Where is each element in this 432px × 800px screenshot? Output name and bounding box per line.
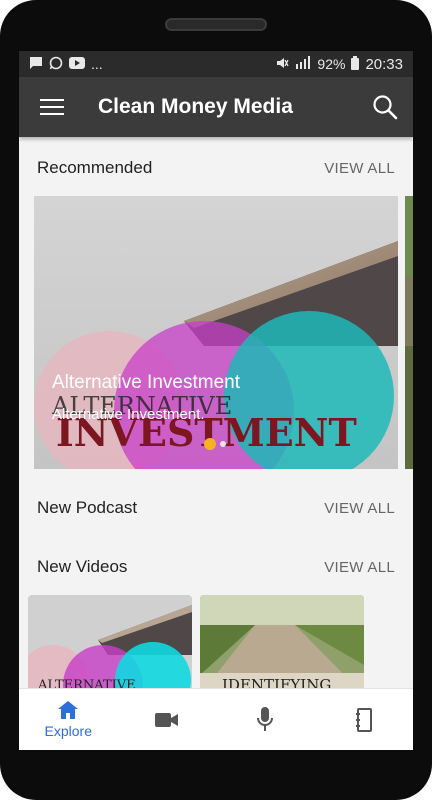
video-card[interactable]: ALTERNATIVE xyxy=(28,595,192,688)
view-all-recommended-button[interactable]: VIEW ALL xyxy=(324,160,395,177)
home-icon xyxy=(58,701,79,719)
menu-button[interactable] xyxy=(39,96,65,118)
bottom-navigation: Explore xyxy=(19,688,413,750)
alternative-investment-image: ALTERNATIVE INVESTMENT xyxy=(34,196,398,469)
video-thumbnail: IDENTIFYING xyxy=(200,595,364,688)
hamburger-icon-line xyxy=(40,113,64,115)
youtube-icon xyxy=(69,56,85,72)
carousel-dot[interactable] xyxy=(220,441,226,447)
phone-speaker xyxy=(165,18,267,31)
app-title: Clean Money Media xyxy=(98,95,293,118)
search-button[interactable] xyxy=(371,93,399,121)
nav-explore[interactable]: Explore xyxy=(19,689,118,750)
explore-content: Recommended VIEW ALL ALTERNATIVE INVESTM… xyxy=(19,137,413,688)
section-title-podcast: New Podcast xyxy=(37,498,138,517)
video-card[interactable]: IDENTIFYING xyxy=(200,595,364,688)
phone-frame: ... 92% 20:33 Clean Money Media Recommen… xyxy=(0,0,432,800)
battery-percent: 92% xyxy=(317,56,346,72)
clock: 20:33 xyxy=(365,55,403,73)
next-slide-peek[interactable] xyxy=(405,196,413,469)
hamburger-icon-line xyxy=(40,106,64,108)
recommended-carousel[interactable]: ALTERNATIVE INVESTMENT Alternative Inves… xyxy=(34,196,398,469)
view-all-videos-button[interactable]: VIEW ALL xyxy=(324,559,395,576)
microphone-icon xyxy=(257,706,274,731)
nav-articles[interactable] xyxy=(315,689,414,750)
next-slide-image xyxy=(405,196,413,469)
status-bar: ... 92% 20:33 xyxy=(19,51,413,77)
notebook-icon xyxy=(355,707,372,732)
app-bar: Clean Money Media xyxy=(19,77,413,137)
signal-icon xyxy=(295,56,311,72)
video-thumb-text: ALTERNATIVE xyxy=(37,678,136,688)
section-title-recommended: Recommended xyxy=(37,158,153,177)
section-title-videos: New Videos xyxy=(37,557,128,576)
video-thumb-text: IDENTIFYING xyxy=(222,676,331,688)
video-thumbnail: ALTERNATIVE xyxy=(28,595,192,688)
slide-title: Alternative Investment xyxy=(52,372,240,393)
mute-icon xyxy=(275,56,290,73)
search-icon xyxy=(373,95,398,120)
nav-podcast[interactable] xyxy=(216,689,315,750)
view-all-podcast-button[interactable]: VIEW ALL xyxy=(324,500,395,517)
slide-subtitle: Alternative Investment. xyxy=(52,406,205,423)
podcast-section-header: New Podcast VIEW ALL xyxy=(37,498,395,518)
nav-explore-label: Explore xyxy=(44,723,92,739)
nav-videos[interactable] xyxy=(118,689,217,750)
video-camera-icon xyxy=(154,712,178,727)
screen: ... 92% 20:33 Clean Money Media Recommen… xyxy=(19,51,413,750)
hamburger-icon-line xyxy=(40,99,64,101)
videos-section-header: New Videos VIEW ALL xyxy=(37,557,395,577)
battery-icon xyxy=(351,55,360,73)
more-notifications: ... xyxy=(91,56,103,72)
carousel-pagination xyxy=(204,438,226,450)
whatsapp-icon xyxy=(49,56,63,73)
carousel-dot-active[interactable] xyxy=(204,438,216,450)
message-icon xyxy=(29,56,43,73)
recommended-section-header: Recommended VIEW ALL xyxy=(37,158,395,178)
